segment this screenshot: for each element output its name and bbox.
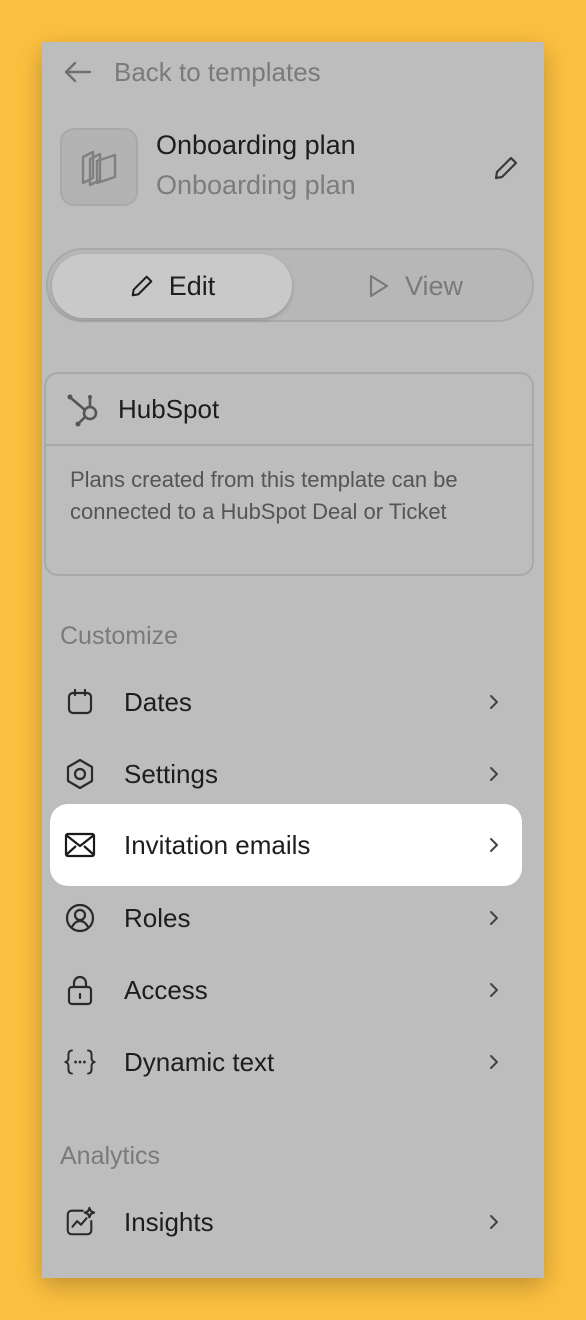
chevron-right-icon <box>484 908 504 928</box>
gear-icon <box>64 758 96 790</box>
calendar-icon <box>64 686 96 718</box>
chevron-right-icon <box>484 1052 504 1072</box>
edit-mode-label: Edit <box>168 270 216 301</box>
menu-item-label: Settings <box>124 758 218 789</box>
play-icon <box>365 273 391 299</box>
menu-item-invitation-emails[interactable]: Invitation emails <box>50 804 522 886</box>
menu-item-settings[interactable]: Settings <box>50 733 522 815</box>
chevron-right-icon <box>484 835 504 855</box>
template-sidebar: Back to templates Onboarding plan Onboar… <box>42 42 544 1278</box>
hubspot-title: HubSpot <box>118 393 220 424</box>
chart-sparkle-icon <box>64 1206 96 1238</box>
template-name: Onboarding plan <box>156 130 356 160</box>
menu-item-insights[interactable]: Insights <box>50 1181 522 1263</box>
lock-icon <box>64 974 96 1006</box>
menu-item-label: Access <box>124 974 208 1005</box>
menu-item-roles[interactable]: Roles <box>50 877 522 959</box>
chevron-right-icon <box>484 1212 504 1232</box>
chevron-right-icon <box>484 980 504 1000</box>
pencil-icon <box>129 273 155 299</box>
customize-section-label: Customize <box>60 622 179 650</box>
menu-item-label: Insights <box>124 1206 214 1237</box>
menu-item-label: Invitation emails <box>124 829 311 860</box>
menu-item-dynamic-text[interactable]: Dynamic text <box>50 1021 522 1103</box>
hubspot-integration-card[interactable]: HubSpot Plans created from this template… <box>44 372 534 576</box>
arrow-left-icon <box>64 60 92 84</box>
menu-item-label: Roles <box>124 902 191 933</box>
edit-template-name-button[interactable] <box>492 154 522 184</box>
chevron-right-icon <box>484 764 504 784</box>
hubspot-description: Plans created from this template can be … <box>70 467 458 524</box>
back-to-templates-link[interactable]: Back to templates <box>64 54 321 90</box>
menu-item-label: Dates <box>124 686 192 717</box>
mode-toggle: Edit View <box>46 248 534 322</box>
envelope-icon <box>64 829 96 861</box>
braces-icon <box>64 1046 96 1078</box>
hubspot-card-header: HubSpot <box>46 374 532 446</box>
chevron-right-icon <box>484 692 504 712</box>
template-icon <box>60 128 138 206</box>
user-circle-icon <box>64 902 96 934</box>
back-label: Back to templates <box>114 56 321 87</box>
menu-item-label: Dynamic text <box>124 1046 275 1077</box>
template-subtitle: Onboarding plan <box>156 170 356 200</box>
menu-item-dates[interactable]: Dates <box>50 661 522 743</box>
pencil-icon <box>492 154 522 182</box>
view-mode-button[interactable]: View <box>298 254 530 318</box>
edit-mode-button[interactable]: Edit <box>52 254 292 318</box>
view-mode-label: View <box>404 270 464 301</box>
analytics-section-label: Analytics <box>60 1142 161 1170</box>
menu-item-access[interactable]: Access <box>50 949 522 1031</box>
hubspot-logo-icon <box>64 389 104 429</box>
